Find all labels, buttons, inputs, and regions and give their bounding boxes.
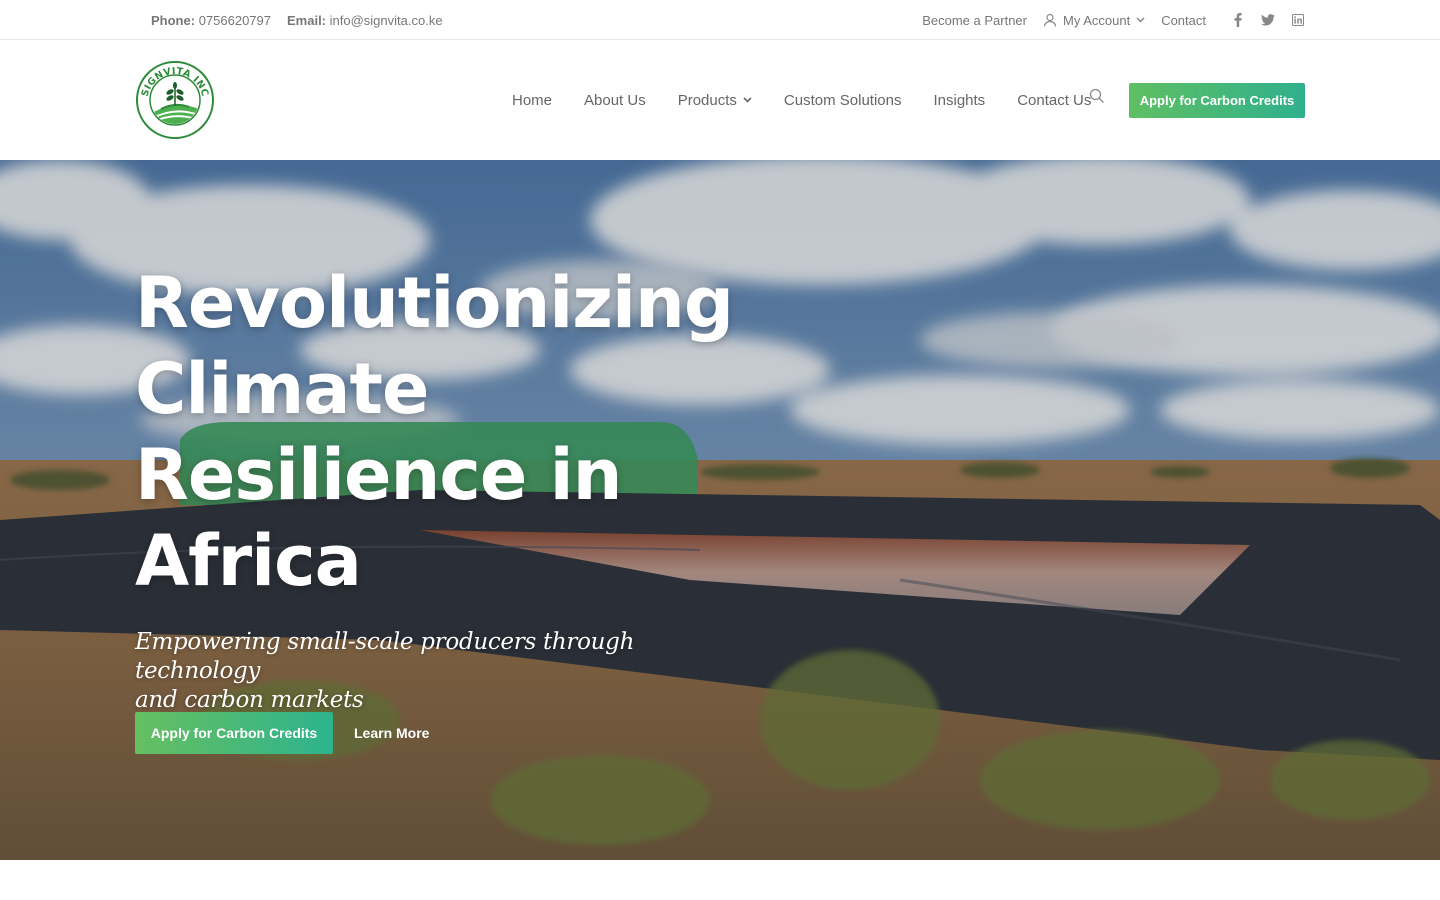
hero-apply-carbon-credits-button[interactable]: Apply for Carbon Credits	[135, 712, 333, 754]
hero-title-line: Resilience in	[135, 434, 623, 516]
signvita-logo[interactable]: SIGNVITA INC	[135, 60, 215, 140]
contact-link[interactable]: Contact	[1161, 13, 1206, 28]
nav-insights[interactable]: Insights	[917, 92, 1001, 109]
become-partner-link[interactable]: Become a Partner	[922, 13, 1027, 28]
learn-more-link[interactable]: Learn More	[354, 712, 429, 754]
apply-carbon-credits-button[interactable]: Apply for Carbon Credits	[1129, 83, 1305, 118]
chevron-down-icon	[1136, 17, 1145, 23]
hero-title: Revolutionizing Climate Resilience in Af…	[135, 260, 775, 604]
hero-subtitle-line: and carbon markets	[135, 687, 364, 713]
top-bar-links: Become a Partner My Account Contact	[922, 0, 1306, 40]
twitter-icon[interactable]	[1260, 12, 1276, 28]
hero-title-line: Climate	[135, 348, 429, 430]
hero-title-line: Africa	[135, 520, 362, 602]
main-header: SIGNVITA INC Home About Us Products Cust…	[0, 40, 1440, 160]
phone-number[interactable]: 0756620797	[199, 13, 271, 28]
email-label: Email:	[287, 12, 327, 28]
top-bar: Phone: 0756620797 Email: info@signvita.c…	[0, 0, 1440, 40]
linkedin-icon[interactable]	[1290, 12, 1306, 28]
nav-about[interactable]: About Us	[568, 92, 662, 109]
social-links	[1230, 12, 1306, 28]
my-account-label: My Account	[1062, 12, 1131, 28]
hero-section: Revolutionizing Climate Resilience in Af…	[0, 160, 1440, 860]
phone-info[interactable]: Phone: 0756620797	[151, 13, 271, 28]
email-info[interactable]: Email: info@signvita.co.ke	[287, 13, 443, 28]
my-account-menu[interactable]: My Account	[1043, 13, 1145, 28]
contact-info: Phone: 0756620797 Email: info@signvita.c…	[151, 0, 443, 40]
nav-custom-solutions[interactable]: Custom Solutions	[768, 92, 918, 109]
chevron-down-icon	[743, 97, 752, 103]
hero-title-line: Revolutionizing	[135, 262, 734, 344]
user-icon	[1043, 13, 1057, 27]
hero-subtitle: Empowering small-scale producers through…	[135, 628, 715, 715]
email-address[interactable]: info@signvita.co.ke	[330, 13, 443, 28]
facebook-icon[interactable]	[1230, 12, 1246, 28]
nav-products[interactable]: Products	[662, 92, 768, 109]
phone-label: Phone:	[151, 12, 196, 28]
main-nav: Home About Us Products Custom Solutions …	[496, 40, 1107, 160]
hero-subtitle-line: Empowering small-scale producers through…	[135, 629, 635, 684]
nav-products-label: Products	[677, 91, 737, 109]
search-icon[interactable]	[1089, 88, 1107, 106]
nav-home[interactable]: Home	[496, 92, 568, 109]
